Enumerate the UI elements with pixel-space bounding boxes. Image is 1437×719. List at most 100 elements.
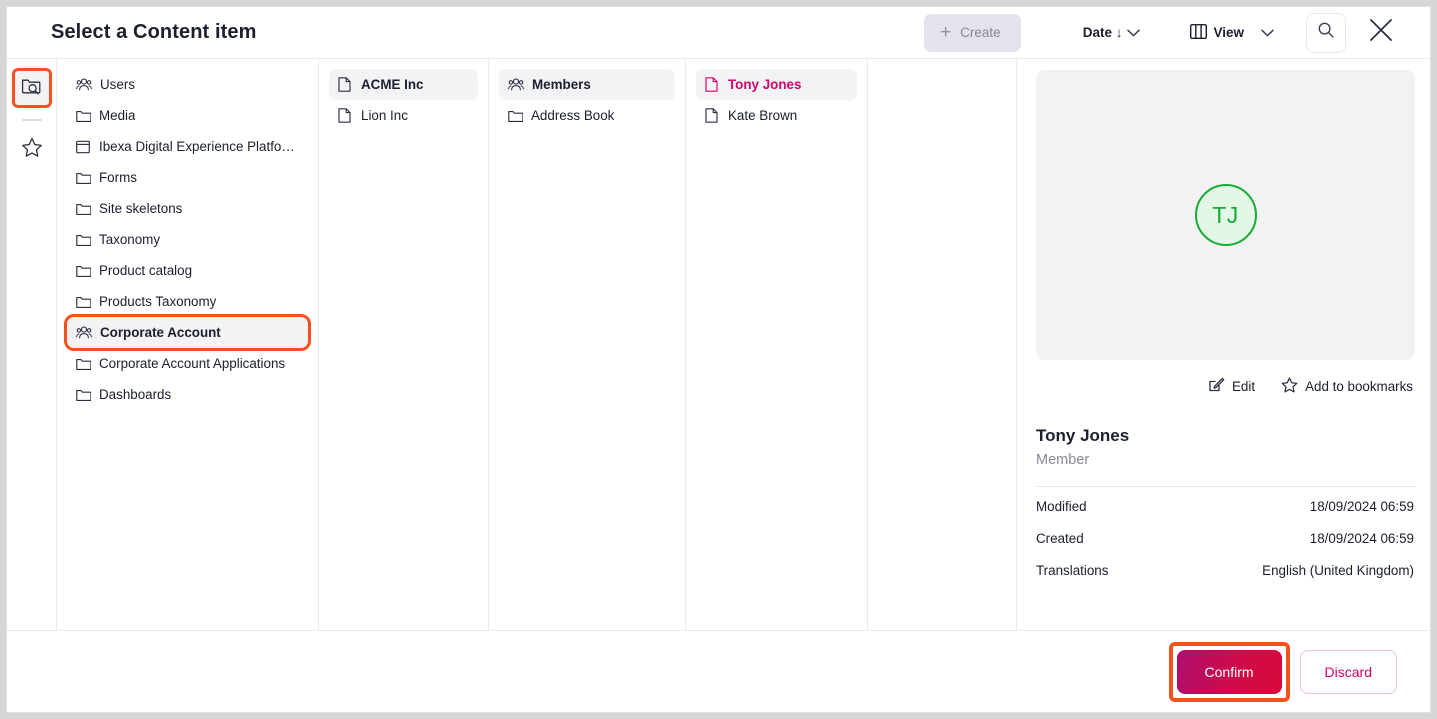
rail-item-bookmarks[interactable] <box>15 133 49 167</box>
list-item-label: Corporate Account <box>100 325 221 340</box>
list-item-label: Users <box>100 77 135 92</box>
left-rail <box>7 59 57 630</box>
list-item-label: Media <box>99 108 135 123</box>
list-item[interactable]: Members <box>499 69 675 100</box>
list-item-label: ACME Inc <box>361 77 424 92</box>
create-button[interactable]: + Create <box>924 14 1021 52</box>
list-item-label: Site skeletons <box>99 201 182 216</box>
view-mode-button[interactable]: View <box>1190 14 1244 52</box>
list-item-label: Dashboards <box>99 387 171 402</box>
users-icon <box>76 77 92 92</box>
add-to-bookmarks-label: Add to bookmarks <box>1305 379 1413 394</box>
column-tree[interactable]: Users Media Ibexa Digital Experience Platf… <box>57 59 319 630</box>
list-item[interactable]: Taxonomy <box>67 224 308 255</box>
folder-icon <box>508 109 523 123</box>
edit-icon <box>1208 376 1225 396</box>
folder-icon <box>76 233 91 247</box>
chevron-down-icon[interactable] <box>1256 29 1278 37</box>
list-item[interactable]: Media <box>67 100 308 131</box>
list-item[interactable]: Corporate Account <box>67 317 308 348</box>
file-icon <box>705 77 720 92</box>
list-item[interactable]: Products Taxonomy <box>67 286 308 317</box>
column-fourth[interactable]: Tony Jones Kate Brown <box>686 59 868 630</box>
discard-button[interactable]: Discard <box>1300 650 1397 694</box>
avatar: TJ <box>1195 184 1257 246</box>
preview-actions: Edit Add to bookmarks <box>1036 376 1415 396</box>
file-icon <box>338 108 353 123</box>
preview-metadata-list: Modified18/09/2024 06:59 Created 18/09/202… <box>1036 487 1415 583</box>
users-icon <box>76 325 92 340</box>
list-item[interactable]: Address Book <box>499 100 675 131</box>
close-button[interactable] <box>1360 12 1402 54</box>
sort-label: Date ↓ <box>1083 25 1123 40</box>
avatar-initials: TJ <box>1212 202 1239 229</box>
list-item-label: Lion Inc <box>361 108 408 123</box>
add-to-bookmarks-button[interactable]: Add to bookmarks <box>1281 376 1413 396</box>
list-item-label: Tony Jones <box>728 77 801 92</box>
modal-header: Select a Content item + Create Date ↓ <box>7 7 1430 59</box>
list-item[interactable]: Kate Brown <box>696 100 857 131</box>
list-item-label: Products Taxonomy <box>99 294 216 309</box>
list-item[interactable]: Lion Inc <box>329 100 478 131</box>
list-item[interactable]: Corporate Account Applications <box>67 348 308 379</box>
preview-title: Tony Jones <box>1036 426 1415 446</box>
preview-content-type: Member <box>1036 452 1415 468</box>
chevron-down-icon[interactable] <box>1122 29 1144 37</box>
file-icon <box>705 108 720 123</box>
rail-divider <box>22 119 42 121</box>
list-item[interactable]: Tony Jones <box>696 69 857 100</box>
folder-icon <box>76 357 91 371</box>
view-control-group: View <box>1190 14 1278 52</box>
search-button[interactable] <box>1306 13 1346 53</box>
users-icon <box>508 77 524 92</box>
confirm-button-highlight: Confirm <box>1173 646 1286 698</box>
folder-icon <box>76 388 91 402</box>
column-fifth-empty[interactable] <box>868 59 1017 630</box>
columns-view-icon <box>1190 24 1207 42</box>
content-picker-modal: Select a Content item + Create Date ↓ <box>6 6 1431 713</box>
folder-icon <box>76 264 91 278</box>
metadata-row: Modified18/09/2024 06:59 <box>1036 487 1415 519</box>
folder-icon <box>76 295 91 309</box>
sort-control-group: Date ↓ <box>1083 14 1145 52</box>
preview-panel: TJ Edit <box>1017 59 1430 630</box>
folder-icon <box>76 109 91 123</box>
list-item-label: Product catalog <box>99 263 192 278</box>
list-item[interactable]: Users <box>67 69 308 100</box>
modal-body: Users Media Ibexa Digital Experience Platf… <box>7 59 1430 630</box>
list-item-label: Forms <box>99 170 137 185</box>
list-item[interactable]: Product catalog <box>67 255 308 286</box>
metadata-value: 18/09/2024 06:59 <box>1310 531 1414 546</box>
list-item-label: Kate Brown <box>728 108 797 123</box>
list-item[interactable]: Site skeletons <box>67 193 308 224</box>
preview-thumbnail: TJ <box>1036 70 1415 360</box>
close-icon <box>1368 17 1394 48</box>
rail-item-browse[interactable] <box>15 71 49 105</box>
column-second[interactable]: ACME Inc Lion Inc <box>319 59 489 630</box>
metadata-value: 18/09/2024 06:59 <box>1310 499 1414 514</box>
edit-button[interactable]: Edit <box>1208 376 1255 396</box>
list-item[interactable]: Ibexa Digital Experience Platfor… <box>67 131 308 162</box>
metadata-row: Created 18/09/2024 06:59 <box>1036 519 1415 551</box>
folder-search-icon <box>21 76 42 101</box>
edit-label: Edit <box>1232 379 1255 394</box>
list-item-label: Address Book <box>531 108 614 123</box>
list-item[interactable]: Forms <box>67 162 308 193</box>
confirm-button[interactable]: Confirm <box>1177 650 1282 694</box>
metadata-value: English (United Kingdom) <box>1262 563 1414 578</box>
modal-footer: Confirm Discard <box>7 630 1430 712</box>
search-icon <box>1317 21 1335 44</box>
column-third[interactable]: Members Address Book <box>489 59 686 630</box>
list-item[interactable]: ACME Inc <box>329 69 478 100</box>
metadata-label: Translations <box>1036 563 1108 578</box>
plus-icon: + <box>940 23 951 42</box>
file-icon <box>338 77 353 92</box>
metadata-row: Translations English (United Kingdom) <box>1036 551 1415 583</box>
sort-by-date-button[interactable]: Date ↓ <box>1083 14 1123 52</box>
create-button-label: Create <box>960 25 1001 40</box>
list-item[interactable]: Dashboards <box>67 379 308 410</box>
page-title: Select a Content item <box>51 21 256 44</box>
metadata-label: Created <box>1036 531 1084 546</box>
folder-icon <box>76 171 91 185</box>
list-item-label: Members <box>532 77 591 92</box>
